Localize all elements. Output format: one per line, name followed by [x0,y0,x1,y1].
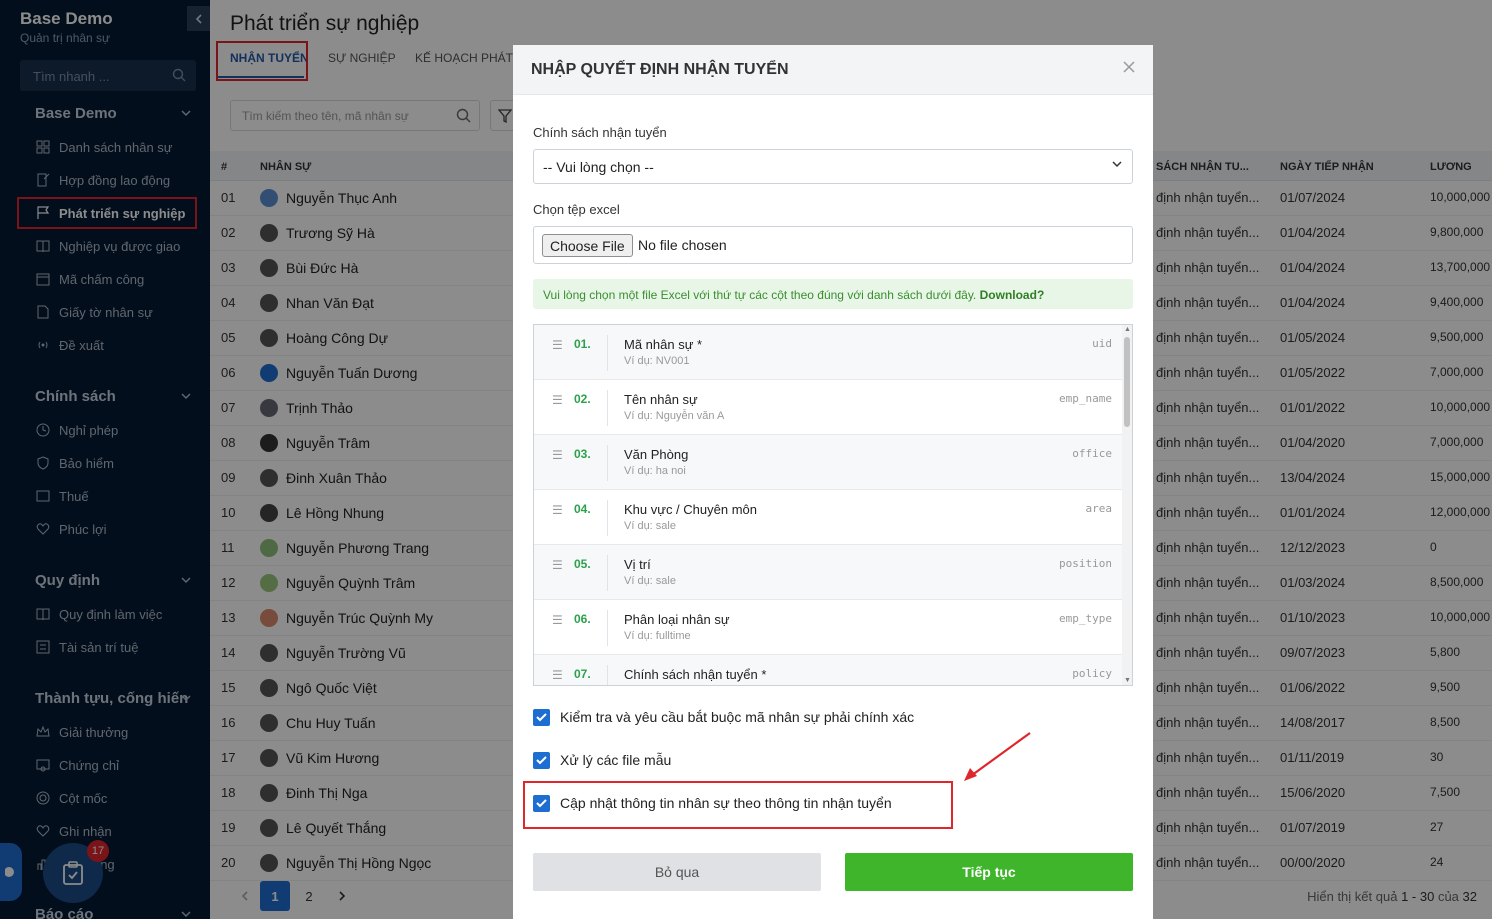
field-list-item[interactable]: ☰ 05. Vị trí Ví dụ: sale position [534,545,1124,600]
divider [607,555,608,591]
divider [607,335,608,371]
field-key: emp_type [1059,612,1112,625]
field-list-item[interactable]: ☰ 02. Tên nhân sự Ví dụ: Nguyễn văn A emp_na… [534,380,1124,435]
drag-handle-icon[interactable]: ☰ [552,338,563,352]
instruction-notice: Vui lòng chọn một file Excel với thứ tự … [533,279,1133,309]
field-key: emp_name [1059,392,1112,405]
checkbox-validate-uid[interactable]: Kiểm tra và yêu cầu bắt buộc mã nhân sự … [533,707,914,727]
field-title: Tên nhân sự [624,392,698,407]
field-example: Ví dụ: Nguyễn văn A [624,410,725,422]
field-number: 04. [574,502,591,516]
field-title: Chính sách nhận tuyển * [624,667,767,682]
field-list-item[interactable]: ☰ 04. Khu vực / Chuyên môn Ví dụ: sale area [534,490,1124,545]
field-example: Ví dụ: NV001 [624,355,690,367]
highlight-box-checkbox [523,781,953,829]
field-key: policy [1072,667,1112,680]
field-example: Ví dụ: fulltime [624,630,691,642]
drag-handle-icon[interactable]: ☰ [552,448,563,462]
field-number: 02. [574,392,591,406]
policy-label: Chính sách nhận tuyển [533,125,667,140]
field-title: Vị trí [624,557,651,572]
scrollbar-thumb[interactable] [1124,337,1130,427]
notice-text: Vui lòng chọn một file Excel với thứ tự … [543,288,977,302]
field-number: 07. [574,667,591,681]
checkbox-process-template[interactable]: Xử lý các file mẫu [533,750,671,770]
field-example: Ví dụ: sale [624,520,676,532]
scroll-up-arrow[interactable]: ▲ [1124,326,1131,333]
drag-handle-icon[interactable]: ☰ [552,558,563,572]
field-list-item[interactable]: ☰ 03. Văn Phòng Ví dụ: ha noi office [534,435,1124,490]
checkbox-checked[interactable] [533,751,550,769]
checkbox-label: Xử lý các file mẫu [560,752,672,768]
continue-button[interactable]: Tiếp tục [845,853,1133,891]
file-input: Choose File No file chosen [533,226,1133,264]
field-list-item[interactable]: ☰ 07. Chính sách nhận tuyển * policy [534,655,1124,685]
drag-handle-icon[interactable]: ☰ [552,393,563,407]
field-key: office [1072,447,1112,460]
field-title: Phân loại nhân sự [624,612,730,627]
modal-header: NHẬP QUYẾT ĐỊNH NHẬN TUYỂN [513,45,1153,95]
field-title: Văn Phòng [624,447,689,462]
field-list-item[interactable]: ☰ 06. Phân loại nhân sự Ví dụ: fulltime emp_… [534,600,1124,655]
field-number: 01. [574,337,591,351]
download-link[interactable]: Download? [980,288,1045,302]
column-order-list: ☰ 01. Mã nhân sự * Ví dụ: NV001 uid ☰ 02. Tên n… [533,324,1133,686]
field-title: Khu vực / Chuyên môn [624,502,757,517]
divider [607,390,608,426]
import-decision-modal: NHẬP QUYẾT ĐỊNH NHẬN TUYỂN Chính sách nh… [513,45,1153,919]
file-status: No file chosen [638,237,727,253]
policy-select-value: -- Vui lòng chọn -- [543,159,654,175]
annotation-arrow [964,732,1031,781]
field-number: 05. [574,557,591,571]
divider [607,445,608,481]
field-number: 03. [574,447,591,461]
list-scrollbar[interactable]: ▲ ▼ [1122,325,1132,685]
checkbox-label: Kiểm tra và yêu cầu bắt buộc mã nhân sự … [560,709,915,725]
chevron-down-icon [1112,161,1122,168]
checkmark-icon [536,712,547,721]
drag-handle-icon[interactable]: ☰ [552,503,563,517]
drag-handle-icon[interactable]: ☰ [552,668,563,682]
field-example: Ví dụ: sale [624,575,676,587]
field-list-item[interactable]: ☰ 01. Mã nhân sự * Ví dụ: NV001 uid [534,325,1124,380]
file-label: Chọn tệp excel [533,202,620,217]
field-title: Mã nhân sự * [624,337,703,352]
checkmark-icon [536,755,547,764]
modal-title: NHẬP QUYẾT ĐỊNH NHẬN TUYỂN [531,61,789,78]
divider [607,665,608,685]
field-key: position [1059,557,1112,570]
scroll-down-arrow[interactable]: ▼ [1124,677,1131,684]
drag-handle-icon[interactable]: ☰ [552,613,563,627]
checkbox-checked[interactable] [533,708,550,726]
choose-file-button[interactable]: Choose File [542,234,633,257]
divider [607,500,608,536]
policy-select[interactable]: -- Vui lòng chọn -- [533,149,1133,184]
field-example: Ví dụ: ha noi [624,465,686,477]
divider [607,610,608,646]
field-number: 06. [574,612,591,626]
field-key: uid [1092,337,1112,350]
close-icon[interactable] [1121,59,1137,75]
skip-button[interactable]: Bỏ qua [533,853,821,891]
field-key: area [1085,502,1113,515]
